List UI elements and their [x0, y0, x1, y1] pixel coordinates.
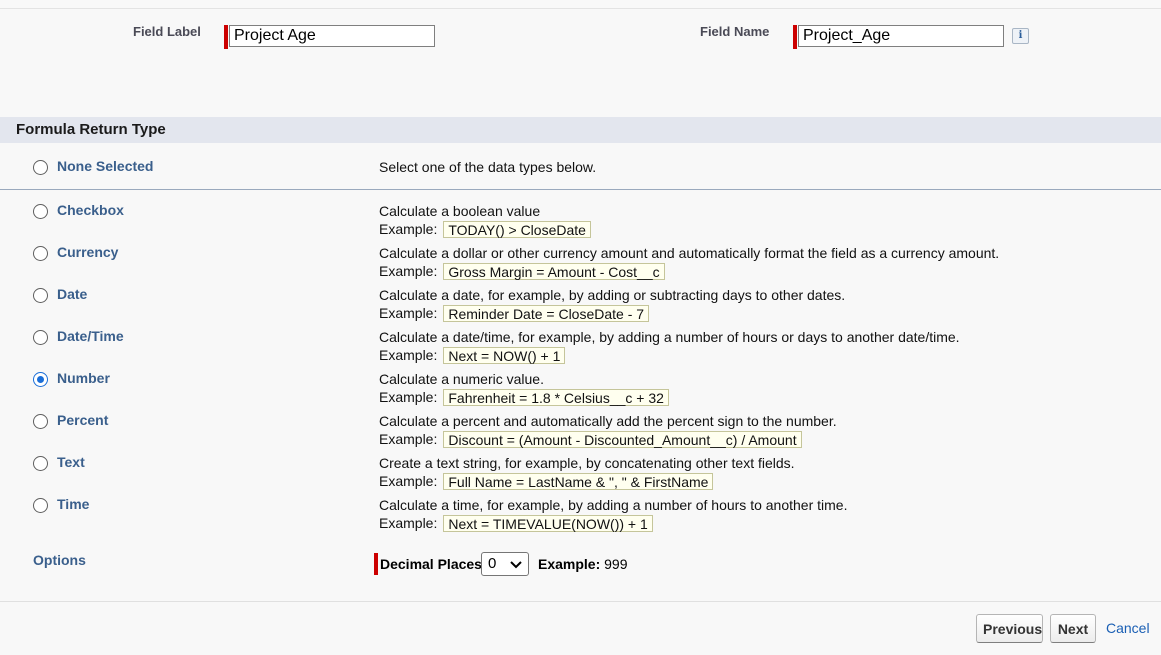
example-code: TODAY() > CloseDate: [443, 221, 591, 238]
example-row: Example: Reminder Date = CloseDate - 7: [379, 305, 650, 322]
top-divider: [0, 8, 1161, 9]
type-label-none-selected: None Selected: [57, 158, 154, 174]
example-row: Example: Gross Margin = Amount - Cost__c: [379, 263, 665, 280]
example-code: Next = NOW() + 1: [443, 347, 566, 364]
radio-none-selected[interactable]: [33, 160, 48, 175]
example-prefix: Example:: [379, 305, 438, 321]
required-indicator: [224, 25, 228, 49]
type-label: Number: [57, 370, 110, 386]
decimal-places-select[interactable]: 0: [481, 552, 529, 576]
type-description: Create a text string, for example, by co…: [379, 455, 795, 471]
type-description: Calculate a percent and automatically ad…: [379, 413, 837, 429]
example-code: Fahrenheit = 1.8 * Celsius__c + 32: [443, 389, 669, 406]
type-description: Calculate a time, for example, by adding…: [379, 497, 848, 513]
example-row: Example: TODAY() > CloseDate: [379, 221, 591, 238]
next-button[interactable]: Next: [1050, 614, 1096, 643]
type-label: Text: [57, 454, 85, 470]
radio-currency[interactable]: [33, 246, 48, 261]
decimal-places-value: 0: [488, 555, 497, 572]
type-label: Checkbox: [57, 202, 124, 218]
decimal-places-label: Decimal Places: [380, 556, 482, 572]
field-label-label: Field Label: [133, 24, 201, 39]
type-description: Calculate a date, for example, by adding…: [379, 287, 846, 303]
type-label: Percent: [57, 412, 109, 428]
example-prefix: Example:: [379, 431, 438, 447]
cancel-link[interactable]: Cancel: [1106, 620, 1150, 636]
example-row: Example: Next = NOW() + 1: [379, 347, 566, 364]
type-label: Date/Time: [57, 328, 124, 344]
none-selected-description: Select one of the data types below.: [379, 159, 597, 175]
decimal-example-value: 999: [604, 556, 628, 572]
footer-divider: [0, 601, 1161, 602]
field-name-label: Field Name: [700, 24, 770, 39]
example-code: Full Name = LastName & ", " & FirstName: [443, 473, 714, 490]
example-prefix: Example:: [379, 221, 438, 237]
example-code: Next = TIMEVALUE(NOW()) + 1: [443, 515, 653, 532]
example-prefix: Example:: [379, 473, 438, 489]
radio-checkbox[interactable]: [33, 204, 48, 219]
radio-number[interactable]: [33, 372, 48, 387]
type-label: Date: [57, 286, 88, 302]
example-code: Reminder Date = CloseDate - 7: [443, 305, 650, 322]
example-prefix: Example:: [379, 347, 438, 363]
example-prefix: Example:: [379, 263, 438, 279]
example-prefix: Example:: [379, 515, 438, 531]
type-description: Calculate a boolean value: [379, 203, 541, 219]
required-indicator: [374, 553, 378, 575]
example-code: Gross Margin = Amount - Cost__c: [443, 263, 665, 280]
type-description: Calculate a date/time, for example, by a…: [379, 329, 960, 345]
example-row: Example: Next = TIMEVALUE(NOW()) + 1: [379, 515, 653, 532]
options-label: Options: [33, 552, 86, 568]
previous-button[interactable]: Previous: [976, 614, 1043, 643]
section-header: Formula Return Type: [0, 117, 1161, 143]
decimal-example: Example: 999: [538, 556, 628, 572]
chevron-down-icon: [510, 561, 522, 569]
info-icon[interactable]: i: [1012, 28, 1029, 44]
type-label: Currency: [57, 244, 119, 260]
example-prefix: Example:: [379, 389, 438, 405]
required-indicator: [793, 25, 797, 49]
field-label-input[interactable]: [229, 25, 435, 47]
type-description: Calculate a numeric value.: [379, 371, 544, 387]
example-row: Example: Fahrenheit = 1.8 * Celsius__c + …: [379, 389, 669, 406]
section-title: Formula Return Type: [16, 121, 166, 138]
decimal-example-label: Example:: [538, 556, 601, 572]
type-description: Calculate a dollar or other currency amo…: [379, 245, 1000, 261]
example-row: Example: Full Name = LastName & ", " & Fi…: [379, 473, 714, 490]
type-label: Time: [57, 496, 90, 512]
radio-percent[interactable]: [33, 414, 48, 429]
example-code: Discount = (Amount - Discounted_Amount__…: [443, 431, 802, 448]
field-name-input[interactable]: [798, 25, 1004, 47]
section-divider: [0, 189, 1161, 190]
example-row: Example: Discount = (Amount - Discounted_…: [379, 431, 802, 448]
radio-text[interactable]: [33, 456, 48, 471]
radio-date-time[interactable]: [33, 330, 48, 345]
radio-time[interactable]: [33, 498, 48, 513]
radio-date[interactable]: [33, 288, 48, 303]
